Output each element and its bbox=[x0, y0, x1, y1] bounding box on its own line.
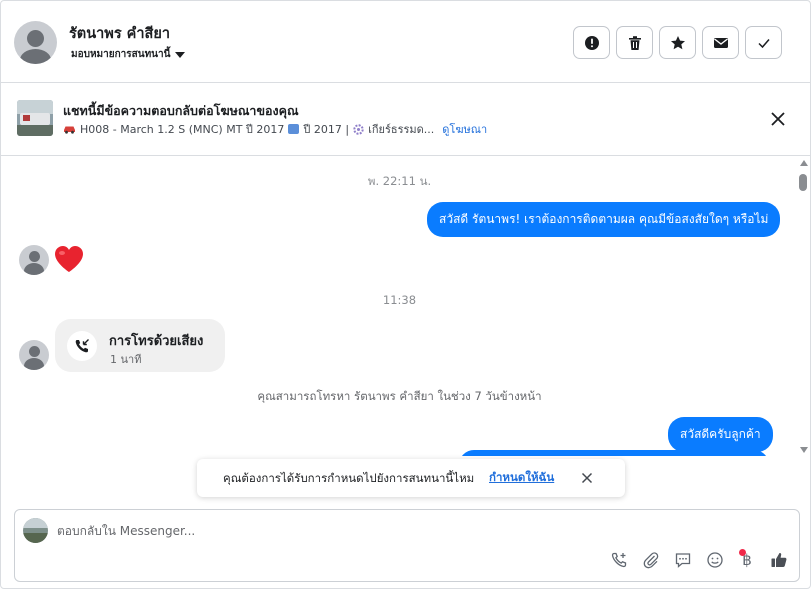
attach-button[interactable] bbox=[641, 550, 661, 570]
thumbs-up-icon bbox=[771, 552, 787, 567]
assign-toast: คุณต้องการได้รับการกำหนดไปยังการสนทนานี้… bbox=[197, 459, 625, 497]
notification-dot bbox=[739, 549, 746, 556]
gear-icon bbox=[353, 123, 364, 135]
timestamp: 11:38 bbox=[382, 293, 417, 307]
conversation-panel: รัตนาพร คำสียา มอบหมายการสนทนานี้ แชทนี้… bbox=[0, 0, 811, 589]
close-banner-icon[interactable] bbox=[769, 110, 787, 128]
contact-avatar-small[interactable] bbox=[19, 340, 49, 370]
scroll-up-arrow-icon[interactable] bbox=[800, 160, 808, 166]
message-thread: พ. 22:11 น. สวัสดี รัตนาพร! เราต้องการติ… bbox=[1, 156, 798, 456]
star-button[interactable] bbox=[659, 26, 696, 59]
toast-text: คุณต้องการได้รับการกำหนดไปยังการสนทนานี้… bbox=[223, 471, 475, 485]
call-duration: 1 นาที bbox=[110, 353, 142, 366]
mail-icon bbox=[713, 37, 728, 48]
ad-year: ปี 2017 | bbox=[303, 123, 350, 136]
call-title: การโทรด้วยเสียง bbox=[109, 334, 204, 349]
saved-replies-button[interactable] bbox=[673, 550, 693, 570]
ad-details: H008 - March 1.2 S (MNC) MT ปี 2017 ปี 2… bbox=[63, 120, 487, 138]
thread-scrollbar[interactable] bbox=[798, 156, 810, 456]
assign-dropdown[interactable]: มอบหมายการสนทนานี้ bbox=[71, 47, 186, 62]
emoji-button[interactable] bbox=[705, 550, 725, 570]
calendar-icon bbox=[288, 124, 300, 134]
call-add-button[interactable] bbox=[609, 550, 629, 570]
outgoing-message[interactable]: สวัสดีครับลูกค้า bbox=[668, 417, 773, 452]
conversation-header: รัตนาพร คำสียา มอบหมายการสนทนานี้ bbox=[1, 1, 810, 83]
message-composer: ฿ bbox=[14, 509, 800, 582]
alert-icon bbox=[584, 35, 599, 50]
delete-button[interactable] bbox=[616, 26, 653, 59]
assign-to-me-link[interactable]: กำหนดให้ฉัน bbox=[489, 469, 554, 487]
caret-down-icon bbox=[175, 51, 186, 58]
phone-plus-icon bbox=[611, 552, 627, 568]
assign-label: มอบหมายการสนทนานี้ bbox=[71, 49, 171, 60]
ad-gear: เกียร์ธรรมด... bbox=[368, 123, 435, 136]
call-availability-info: คุณสามารถโทรหา รัตนาพร คำสียา ในช่วง 7 ว… bbox=[257, 389, 542, 403]
contact-name[interactable]: รัตนาพร คำสียา bbox=[69, 22, 170, 45]
reply-input[interactable] bbox=[57, 522, 657, 540]
ad-thumbnail[interactable] bbox=[17, 100, 53, 136]
outgoing-message-partial[interactable] bbox=[459, 450, 769, 456]
done-button[interactable] bbox=[745, 26, 782, 59]
heart-reaction-icon[interactable] bbox=[53, 244, 85, 274]
ad-banner-title: แชทนี้มีข้อความตอบกลับต่อโฆษณาของคุณ bbox=[63, 103, 299, 118]
star-icon bbox=[670, 35, 685, 49]
scroll-down-arrow-icon[interactable] bbox=[800, 447, 808, 453]
smiley-icon bbox=[707, 552, 723, 568]
page-avatar bbox=[23, 518, 48, 543]
voice-call-card[interactable]: การโทรด้วยเสียง 1 นาที bbox=[55, 319, 225, 372]
outgoing-message[interactable]: สวัสดี รัตนาพร! เราต้องการติดตามผล คุณมี… bbox=[427, 202, 781, 237]
contact-avatar-small[interactable] bbox=[19, 245, 49, 275]
contact-avatar[interactable] bbox=[14, 21, 57, 64]
scroll-thumb[interactable] bbox=[799, 174, 807, 191]
spam-button[interactable] bbox=[573, 26, 610, 59]
close-toast-icon[interactable] bbox=[580, 471, 594, 485]
trash-icon bbox=[628, 35, 641, 50]
view-ad-link[interactable]: ดูโฆษณา bbox=[442, 120, 487, 138]
missed-call-icon bbox=[67, 331, 97, 361]
like-button[interactable] bbox=[769, 550, 789, 570]
check-icon bbox=[757, 38, 770, 48]
chat-bubble-icon bbox=[675, 553, 691, 568]
paperclip-icon bbox=[643, 552, 659, 569]
car-icon bbox=[64, 126, 75, 134]
unread-button[interactable] bbox=[702, 26, 739, 59]
ad-reply-banner: แชทนี้มีข้อความตอบกลับต่อโฆษณาของคุณ H00… bbox=[1, 83, 810, 156]
timestamp: พ. 22:11 น. bbox=[367, 174, 432, 188]
ad-model: H008 - March 1.2 S (MNC) MT ปี 2017 bbox=[80, 123, 285, 136]
